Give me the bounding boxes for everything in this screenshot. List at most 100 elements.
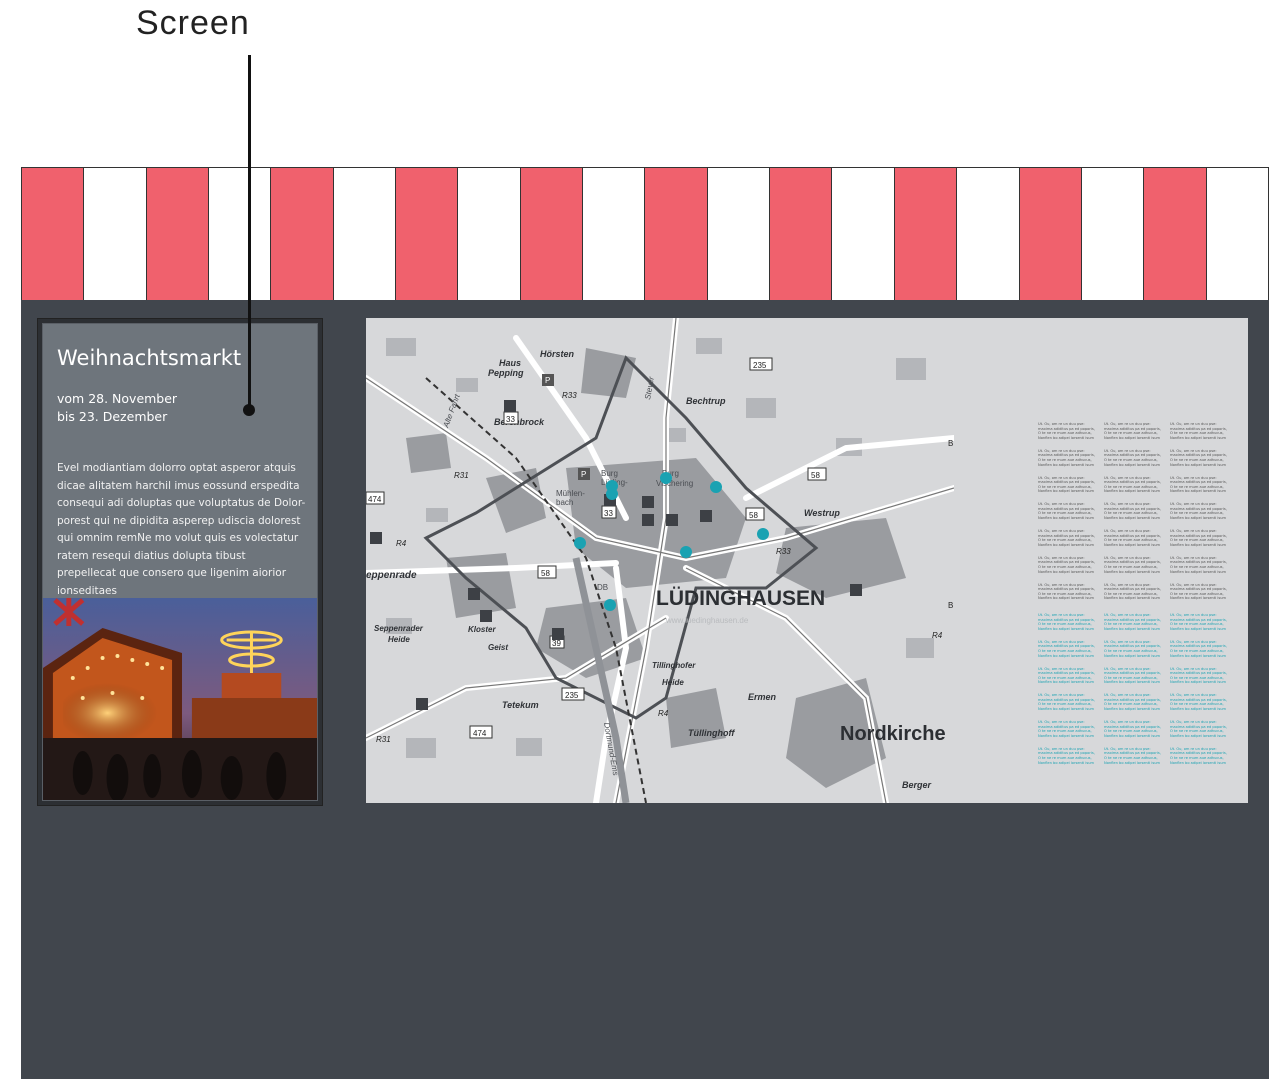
map-label-horsten: Hörsten bbox=[540, 349, 575, 359]
info-paragraph: Ut. Ou, om re un duu pse: maxima adiditu… bbox=[1170, 746, 1227, 765]
road-shield: 474 bbox=[366, 491, 385, 505]
castle-icon bbox=[370, 532, 382, 544]
church-icon bbox=[642, 514, 654, 526]
info-paragraph: Ut. Ou, om re un duu pse: maxima adiditu… bbox=[1038, 555, 1095, 574]
screen-callout-label: Screen bbox=[136, 4, 250, 42]
info-paragraph: Ut. Ou, om re un duu pse: maxima adiditu… bbox=[1170, 555, 1227, 574]
info-paragraph: Ut. Ou, om re un duu pse: maxima adiditu… bbox=[1038, 502, 1095, 521]
info-paragraph: Ut. Ou, om re un duu pse: maxima adiditu… bbox=[1170, 529, 1227, 547]
road-label: R4 bbox=[658, 709, 669, 718]
map-label-berenbrock: Berenbrock bbox=[494, 417, 545, 427]
svg-text:58: 58 bbox=[749, 511, 758, 520]
awning-stripe bbox=[770, 168, 833, 300]
awning-stripe bbox=[84, 168, 147, 300]
info-paragraph: Ut. Ou, om re un duu pse: maxima adiditu… bbox=[1170, 502, 1227, 521]
map-label-nordkirchen: Nordkirche bbox=[840, 723, 946, 745]
awning-stripe bbox=[146, 168, 210, 300]
awning-stripe bbox=[894, 168, 958, 300]
info-paragraph: Ut. Ou, om re un duu pse: maxima adiditu… bbox=[1170, 720, 1227, 738]
svg-text:474: 474 bbox=[368, 495, 382, 504]
church-icon bbox=[642, 496, 654, 508]
road-label: R33 bbox=[562, 391, 577, 400]
awning-stripe bbox=[520, 168, 584, 300]
svg-text:39: 39 bbox=[552, 639, 561, 648]
info-paragraph: Ut. Ou, om re un duu pse: maxima adiditu… bbox=[1104, 746, 1161, 765]
awning-stripe bbox=[1019, 168, 1082, 300]
screen-body-text: Evel modiantiam dolorro optat asperor at… bbox=[57, 462, 306, 597]
road-label: R31 bbox=[376, 735, 391, 744]
map-label-tuellinghoff: Tüllinghoff bbox=[688, 728, 735, 738]
info-paragraph: Ut. Ou, om re un duu pse: maxima adiditu… bbox=[1038, 422, 1095, 440]
map-label-kloster: Kloster bbox=[468, 625, 496, 634]
parking-sign: P bbox=[578, 468, 590, 480]
info-paragraph: Ut. Ou, om re un duu pse: maxima adiditu… bbox=[1038, 582, 1095, 601]
market-marker bbox=[680, 546, 692, 558]
road-shield: 58 bbox=[807, 467, 827, 481]
info-paragraph: Ut. Ou, om re un duu pse: maxima adiditu… bbox=[1104, 422, 1161, 440]
market-marker bbox=[757, 528, 769, 540]
awning-stripe bbox=[209, 168, 272, 300]
map-label-tuellinghofer-heide-2: Heide bbox=[662, 678, 684, 687]
info-paragraph: Ut. Ou, om re un duu pse: maxima adiditu… bbox=[1104, 639, 1161, 658]
road-label: B bbox=[948, 439, 953, 448]
info-paragraph: Ut. Ou, om re un duu pse: maxima adiditu… bbox=[1170, 448, 1227, 467]
awning-stripe bbox=[396, 168, 459, 300]
info-paragraph: Ut. Ou, om re un duu pse: maxima adiditu… bbox=[1104, 612, 1161, 631]
info-paragraph: Ut. Ou, om re un duu pse: maxima adiditu… bbox=[1038, 666, 1095, 685]
info-paragraph: Ut. Ou, om re un duu pse: maxima adiditu… bbox=[1038, 746, 1095, 765]
awning-stripe bbox=[832, 168, 895, 300]
road-label: R31 bbox=[454, 471, 469, 480]
screen-display: Weihnachtsmarkt vom 28. November bis 23.… bbox=[42, 323, 318, 801]
info-paragraph: Ut. Ou, om re un duu pse: maxima adiditu… bbox=[1104, 502, 1161, 521]
parking-sign: P bbox=[542, 374, 554, 386]
market-marker bbox=[574, 537, 586, 549]
map-label-seppenrade: eppenrade bbox=[366, 570, 417, 581]
market-marker bbox=[660, 472, 672, 484]
info-text-column: Ut. Ou, om re un duu pse: maxima adiditu… bbox=[1170, 422, 1228, 774]
map-label-bechtrup: Bechtrup bbox=[686, 396, 726, 406]
svg-text:33: 33 bbox=[506, 415, 515, 424]
map-label-muehlenbach: Mühlen- bbox=[556, 489, 585, 498]
info-text-column: Ut. Ou, om re un duu pse: maxima adiditu… bbox=[1104, 422, 1162, 774]
info-paragraph: Ut. Ou, om re un duu pse: maxima adiditu… bbox=[1104, 555, 1161, 574]
info-paragraph: Ut. Ou, om re un duu pse: maxima adiditu… bbox=[1104, 529, 1161, 547]
map-label-watermark: www.luedinghausen.de bbox=[665, 616, 749, 625]
castle-icon bbox=[700, 510, 712, 522]
awning-stripe bbox=[707, 168, 771, 300]
screen-callout-dot bbox=[243, 404, 255, 416]
info-paragraph: Ut. Ou, om re un duu pse: maxima adiditu… bbox=[1170, 475, 1227, 494]
map-label-seppenrader-heide: Seppenrader bbox=[374, 624, 424, 633]
svg-text:P: P bbox=[545, 376, 550, 385]
info-paragraph: Ut. Ou, om re un duu pse: maxima adiditu… bbox=[1038, 529, 1095, 547]
screen-callout-line bbox=[248, 55, 251, 410]
church-icon bbox=[480, 610, 492, 622]
map-label-seppenrader-heide-2: Heide bbox=[388, 635, 410, 644]
church-icon bbox=[468, 588, 480, 600]
info-paragraph: Ut. Ou, om re un duu pse: maxima adiditu… bbox=[1170, 693, 1227, 712]
info-paragraph: Ut. Ou, om re un duu pse: maxima adiditu… bbox=[1170, 666, 1227, 685]
awning-stripe bbox=[583, 168, 646, 300]
map-label-burg-luedinghausen: Burg bbox=[601, 469, 618, 478]
svg-text:33: 33 bbox=[604, 509, 613, 518]
awning-stripe bbox=[22, 168, 85, 300]
awning-stripe bbox=[458, 168, 521, 300]
castle-icon bbox=[504, 400, 516, 412]
road-shield: 33 bbox=[601, 505, 617, 519]
road-shield: 33 bbox=[503, 411, 519, 425]
map-label-westrup: Westrup bbox=[804, 508, 840, 518]
road-shield: 58 bbox=[745, 507, 765, 521]
road-shield: 235 bbox=[561, 687, 585, 701]
awning-stripe bbox=[1081, 168, 1145, 300]
info-paragraph: Ut. Ou, om re un duu pse: maxima adiditu… bbox=[1038, 639, 1095, 658]
svg-text:474: 474 bbox=[473, 729, 487, 738]
map-label-ermen: Ermen bbox=[748, 692, 777, 702]
map-label-geist: Geist bbox=[488, 643, 508, 652]
castle-icon bbox=[552, 628, 564, 640]
awning-stripe bbox=[333, 168, 397, 300]
map-label-muehlenbach-2: bach bbox=[556, 498, 573, 507]
screen-title: Weihnachtsmarkt bbox=[57, 346, 242, 370]
info-paragraph: Ut. Ou, om re un duu pse: maxima adiditu… bbox=[1104, 720, 1161, 738]
market-marker bbox=[606, 480, 618, 492]
road-label: R33 bbox=[776, 547, 791, 556]
info-paragraph: Ut. Ou, om re un duu pse: maxima adiditu… bbox=[1104, 448, 1161, 467]
